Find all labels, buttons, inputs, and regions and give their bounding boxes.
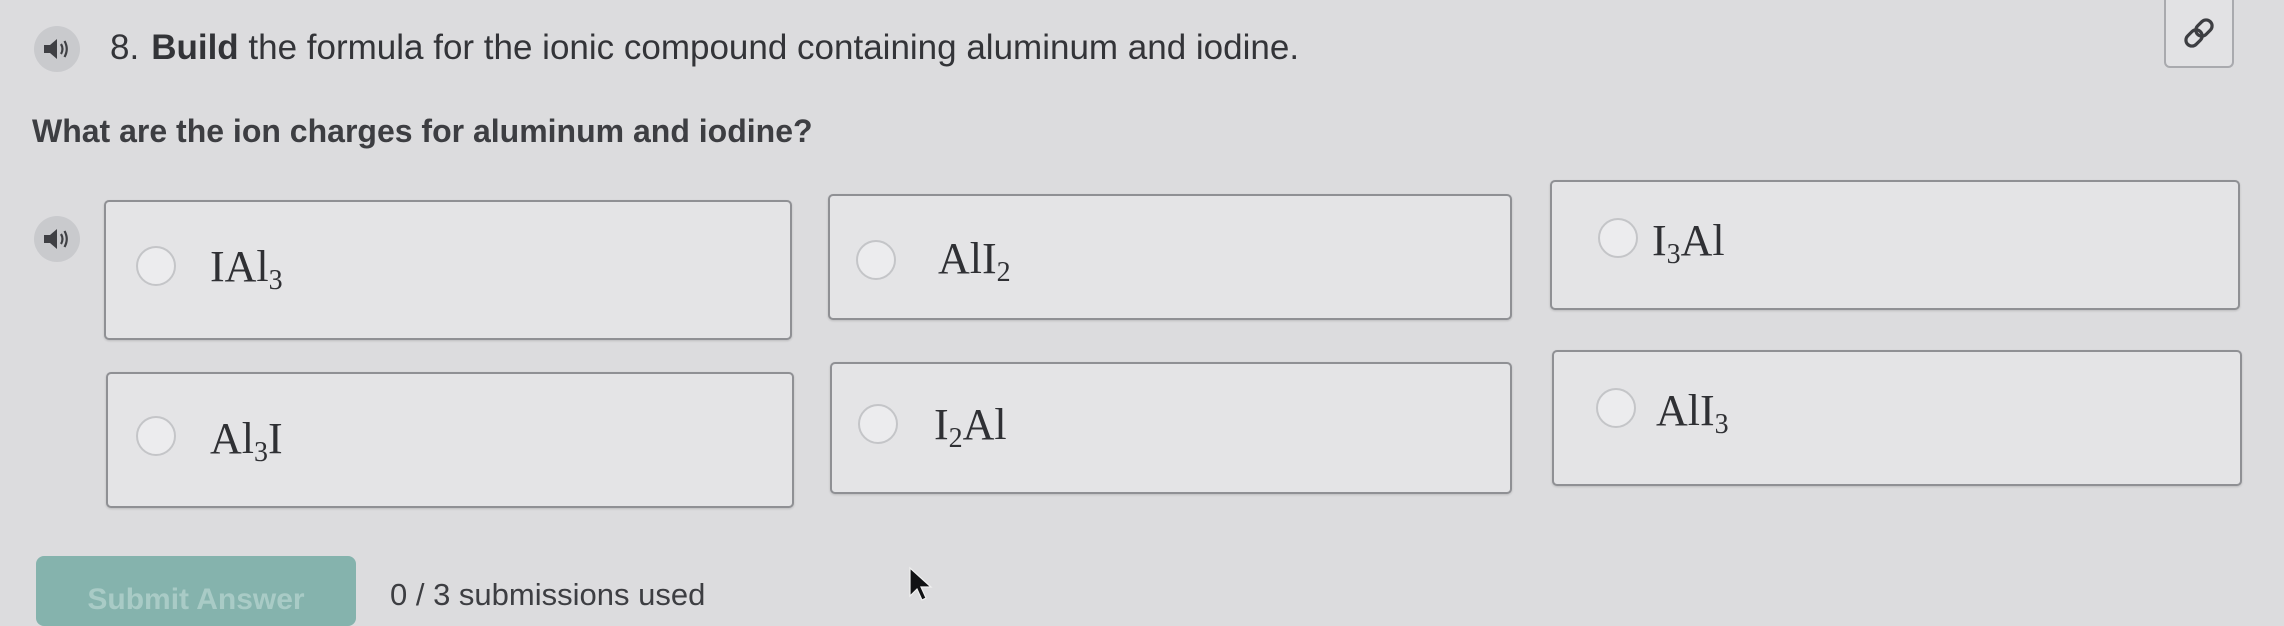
formula-subscript: 3 [254,437,268,468]
answer-choice[interactable]: I3Al [1550,180,2240,310]
sub-question-prompt: What are the ion charges for aluminum an… [32,113,813,149]
answer-choice[interactable]: I2Al [830,362,1512,494]
answer-choice[interactable]: AlI3 [1552,350,2242,486]
radio-button[interactable] [858,404,898,444]
formula-subscript: 3 [268,265,283,296]
question-text: 8. Build the formula for the ionic compou… [110,20,1299,76]
formula-subscript: 2 [996,257,1011,288]
choice-formula: AlI3 [1656,386,1729,439]
radio-button[interactable] [1596,388,1636,428]
choice-formula: IAl3 [210,242,283,295]
radio-button[interactable] [136,416,176,456]
mouse-cursor-icon [909,566,933,601]
radio-button[interactable] [136,246,176,286]
formula-part: AlI [1656,386,1715,435]
answer-choice[interactable]: IAl3 [104,200,792,340]
question-number: 8. [110,28,140,67]
submissions-counter: 0 / 3 submissions used [390,577,706,612]
formula-subscript: 3 [1714,409,1729,440]
link-icon [2184,18,2214,48]
formula-part: I [934,400,949,449]
formula-part: I [268,414,283,463]
formula-subscript: 2 [948,423,963,454]
choice-formula: I3Al [1652,216,1725,269]
formula-part: Al [962,400,1007,449]
radio-button[interactable] [856,240,896,280]
choice-formula: Al3I [210,414,283,467]
answer-choice[interactable]: AlI2 [828,194,1512,320]
formula-part: AlI [938,234,997,283]
link-button[interactable] [2164,0,2234,68]
radio-button[interactable] [1598,218,1638,258]
formula-subscript: 3 [1666,239,1681,270]
formula-part: Al [210,414,254,463]
submit-answer-button[interactable]: Submit Answer [36,556,356,626]
choice-formula: I2Al [934,400,1007,453]
question-verb: Build [151,28,239,67]
formula-part: IAl [210,242,269,291]
formula-part: Al [1680,216,1725,265]
choice-formula: AlI2 [938,234,1011,287]
question-body: the formula for the ionic compound conta… [238,28,1300,67]
speaker-icon[interactable] [34,26,80,72]
formula-part: I [1652,216,1667,265]
speaker-icon[interactable] [34,216,80,262]
answer-choice[interactable]: Al3I [106,372,794,508]
